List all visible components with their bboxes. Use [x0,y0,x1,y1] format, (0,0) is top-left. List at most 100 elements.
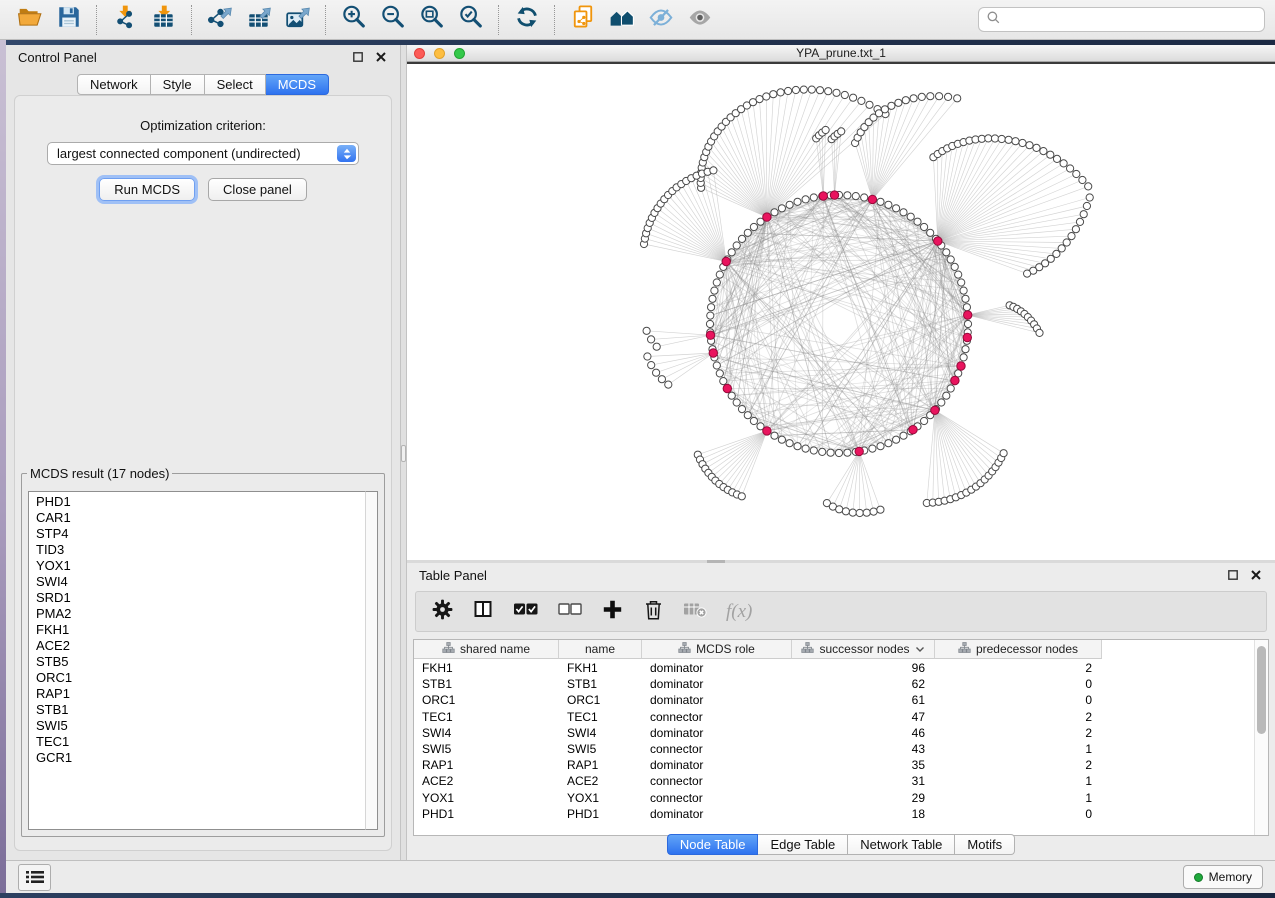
mcds-result-item[interactable]: TEC1 [36,734,361,750]
table-row[interactable]: SWI4SWI4dominator462 [414,725,1102,741]
table-panel: Table Panel f(x) shared namenameMCDS rol… [407,563,1275,860]
zoom-out-button[interactable] [373,4,412,36]
mcds-result-item[interactable]: CAR1 [36,510,361,526]
column-header-predecessor-nodes[interactable]: predecessor nodes [935,640,1102,659]
unselect-all-columns-button[interactable] [558,599,582,625]
import-network-icon [112,4,138,35]
tab-style[interactable]: Style [151,74,205,95]
delete-columns-icon [644,599,663,625]
column-type-icon [958,642,971,656]
close-panel-icon[interactable] [1249,568,1263,582]
control-panel: Control Panel NetworkStyleSelectMCDS Opt… [6,45,400,860]
column-header-shared-name[interactable]: shared name [414,640,559,659]
table-row[interactable]: PHD1PHD1dominator180 [414,806,1102,822]
save-session-button[interactable] [49,4,88,36]
table-scrollbar[interactable] [1254,640,1268,835]
table-row[interactable]: STB1STB1dominator620 [414,676,1102,692]
export-table-button[interactable] [239,4,278,36]
toolbar-separator [191,5,192,35]
network-canvas[interactable] [407,62,1275,560]
column-type-icon [442,642,455,656]
mcds-result-item[interactable]: SWI5 [36,718,361,734]
tab-select[interactable]: Select [205,74,266,95]
table-settings-button[interactable] [431,599,453,625]
mcds-result-item[interactable]: ORC1 [36,670,361,686]
table-row[interactable]: ACE2ACE2connector311 [414,773,1102,789]
mcds-result-item[interactable]: SRD1 [36,590,361,606]
table-row[interactable]: RAP1RAP1dominator352 [414,757,1102,773]
close-window-icon[interactable] [414,48,425,59]
create-column-icon [602,599,623,625]
table-row[interactable]: YOX1YOX1connector291 [414,790,1102,806]
mcds-result-item[interactable]: ACE2 [36,638,361,654]
export-image-button[interactable] [278,4,317,36]
vertical-splitter[interactable] [400,45,407,860]
float-panel-icon[interactable] [351,50,365,64]
delete-columns-button[interactable] [642,599,664,625]
refresh-view-button[interactable] [507,4,546,36]
mcds-result-item[interactable]: TID3 [36,542,361,558]
open-session-button[interactable] [10,4,49,36]
mcds-result-item[interactable]: PHD1 [36,494,361,510]
splitter-handle[interactable] [401,445,406,462]
create-column-button[interactable] [601,599,623,625]
tab-network[interactable]: Network [77,74,151,95]
table-tab-edge-table[interactable]: Edge Table [758,834,848,855]
column-header-successor-nodes[interactable]: successor nodes [792,640,935,659]
toggle-column-panel-button[interactable] [472,599,494,625]
zoom-selected-button[interactable] [451,4,490,36]
maximize-window-icon[interactable] [454,48,465,59]
table-tab-node-table[interactable]: Node Table [667,834,759,855]
column-header-name[interactable]: name [559,640,642,659]
table-row[interactable]: ORC1ORC1dominator610 [414,692,1102,708]
refresh-view-icon [514,4,540,35]
float-panel-icon[interactable] [1226,568,1240,582]
export-network-button[interactable] [200,4,239,36]
hide-selected-button[interactable] [641,4,680,36]
copy-network-button[interactable] [563,4,602,36]
result-list-scrollbar[interactable] [365,491,378,830]
copy-network-icon [570,4,596,35]
table-row[interactable]: TEC1TEC1connector472 [414,709,1102,725]
import-table-button[interactable] [144,4,183,36]
search-box[interactable] [978,7,1265,32]
table-tab-motifs[interactable]: Motifs [955,834,1015,855]
select-all-columns-button[interactable] [513,599,539,625]
function-builder-icon: f(x) [726,601,752,623]
network-window-titlebar[interactable]: YPA_prune.txt_1 [407,45,1275,62]
network-home-icon [609,4,635,35]
zoom-in-button[interactable] [334,4,373,36]
mcds-result-list[interactable]: PHD1CAR1STP4TID3YOX1SWI4SRD1PMA2FKH1ACE2… [28,491,378,830]
mcds-result-item[interactable]: STB1 [36,702,361,718]
table-row[interactable]: SWI5SWI5connector431 [414,741,1102,757]
mcds-result-item[interactable]: YOX1 [36,558,361,574]
mcds-result-item[interactable]: STP4 [36,526,361,542]
hide-selected-icon [648,4,674,35]
mcds-result-item[interactable]: SWI4 [36,574,361,590]
mcds-result-item[interactable]: FKH1 [36,622,361,638]
optimization-criterion-select[interactable]: largest connected component (undirected) [47,142,359,165]
mcds-result-item[interactable]: GCR1 [36,750,361,766]
zoom-fit-content-icon [419,4,445,35]
network-list-button[interactable] [18,864,51,891]
import-network-button[interactable] [105,4,144,36]
close-panel-icon[interactable] [374,50,388,64]
memory-button[interactable]: Memory [1183,865,1263,889]
table-tab-network-table[interactable]: Network Table [848,834,955,855]
scrollbar-thumb[interactable] [1257,646,1266,734]
close-panel-button[interactable]: Close panel [208,178,307,201]
mcds-result-item[interactable]: PMA2 [36,606,361,622]
table-row[interactable]: FKH1FKH1dominator962 [414,660,1102,676]
zoom-fit-content-button[interactable] [412,4,451,36]
minimize-window-icon[interactable] [434,48,445,59]
column-header-mcds-role[interactable]: MCDS role [642,640,792,659]
toolbar-separator [325,5,326,35]
tab-mcds[interactable]: MCDS [266,74,329,95]
memory-status-icon [1194,873,1203,882]
mcds-result-item[interactable]: RAP1 [36,686,361,702]
network-graph[interactable] [407,64,1275,560]
network-home-button[interactable] [602,4,641,36]
search-input[interactable] [1005,12,1256,27]
run-mcds-button[interactable]: Run MCDS [99,178,195,201]
mcds-result-item[interactable]: STB5 [36,654,361,670]
